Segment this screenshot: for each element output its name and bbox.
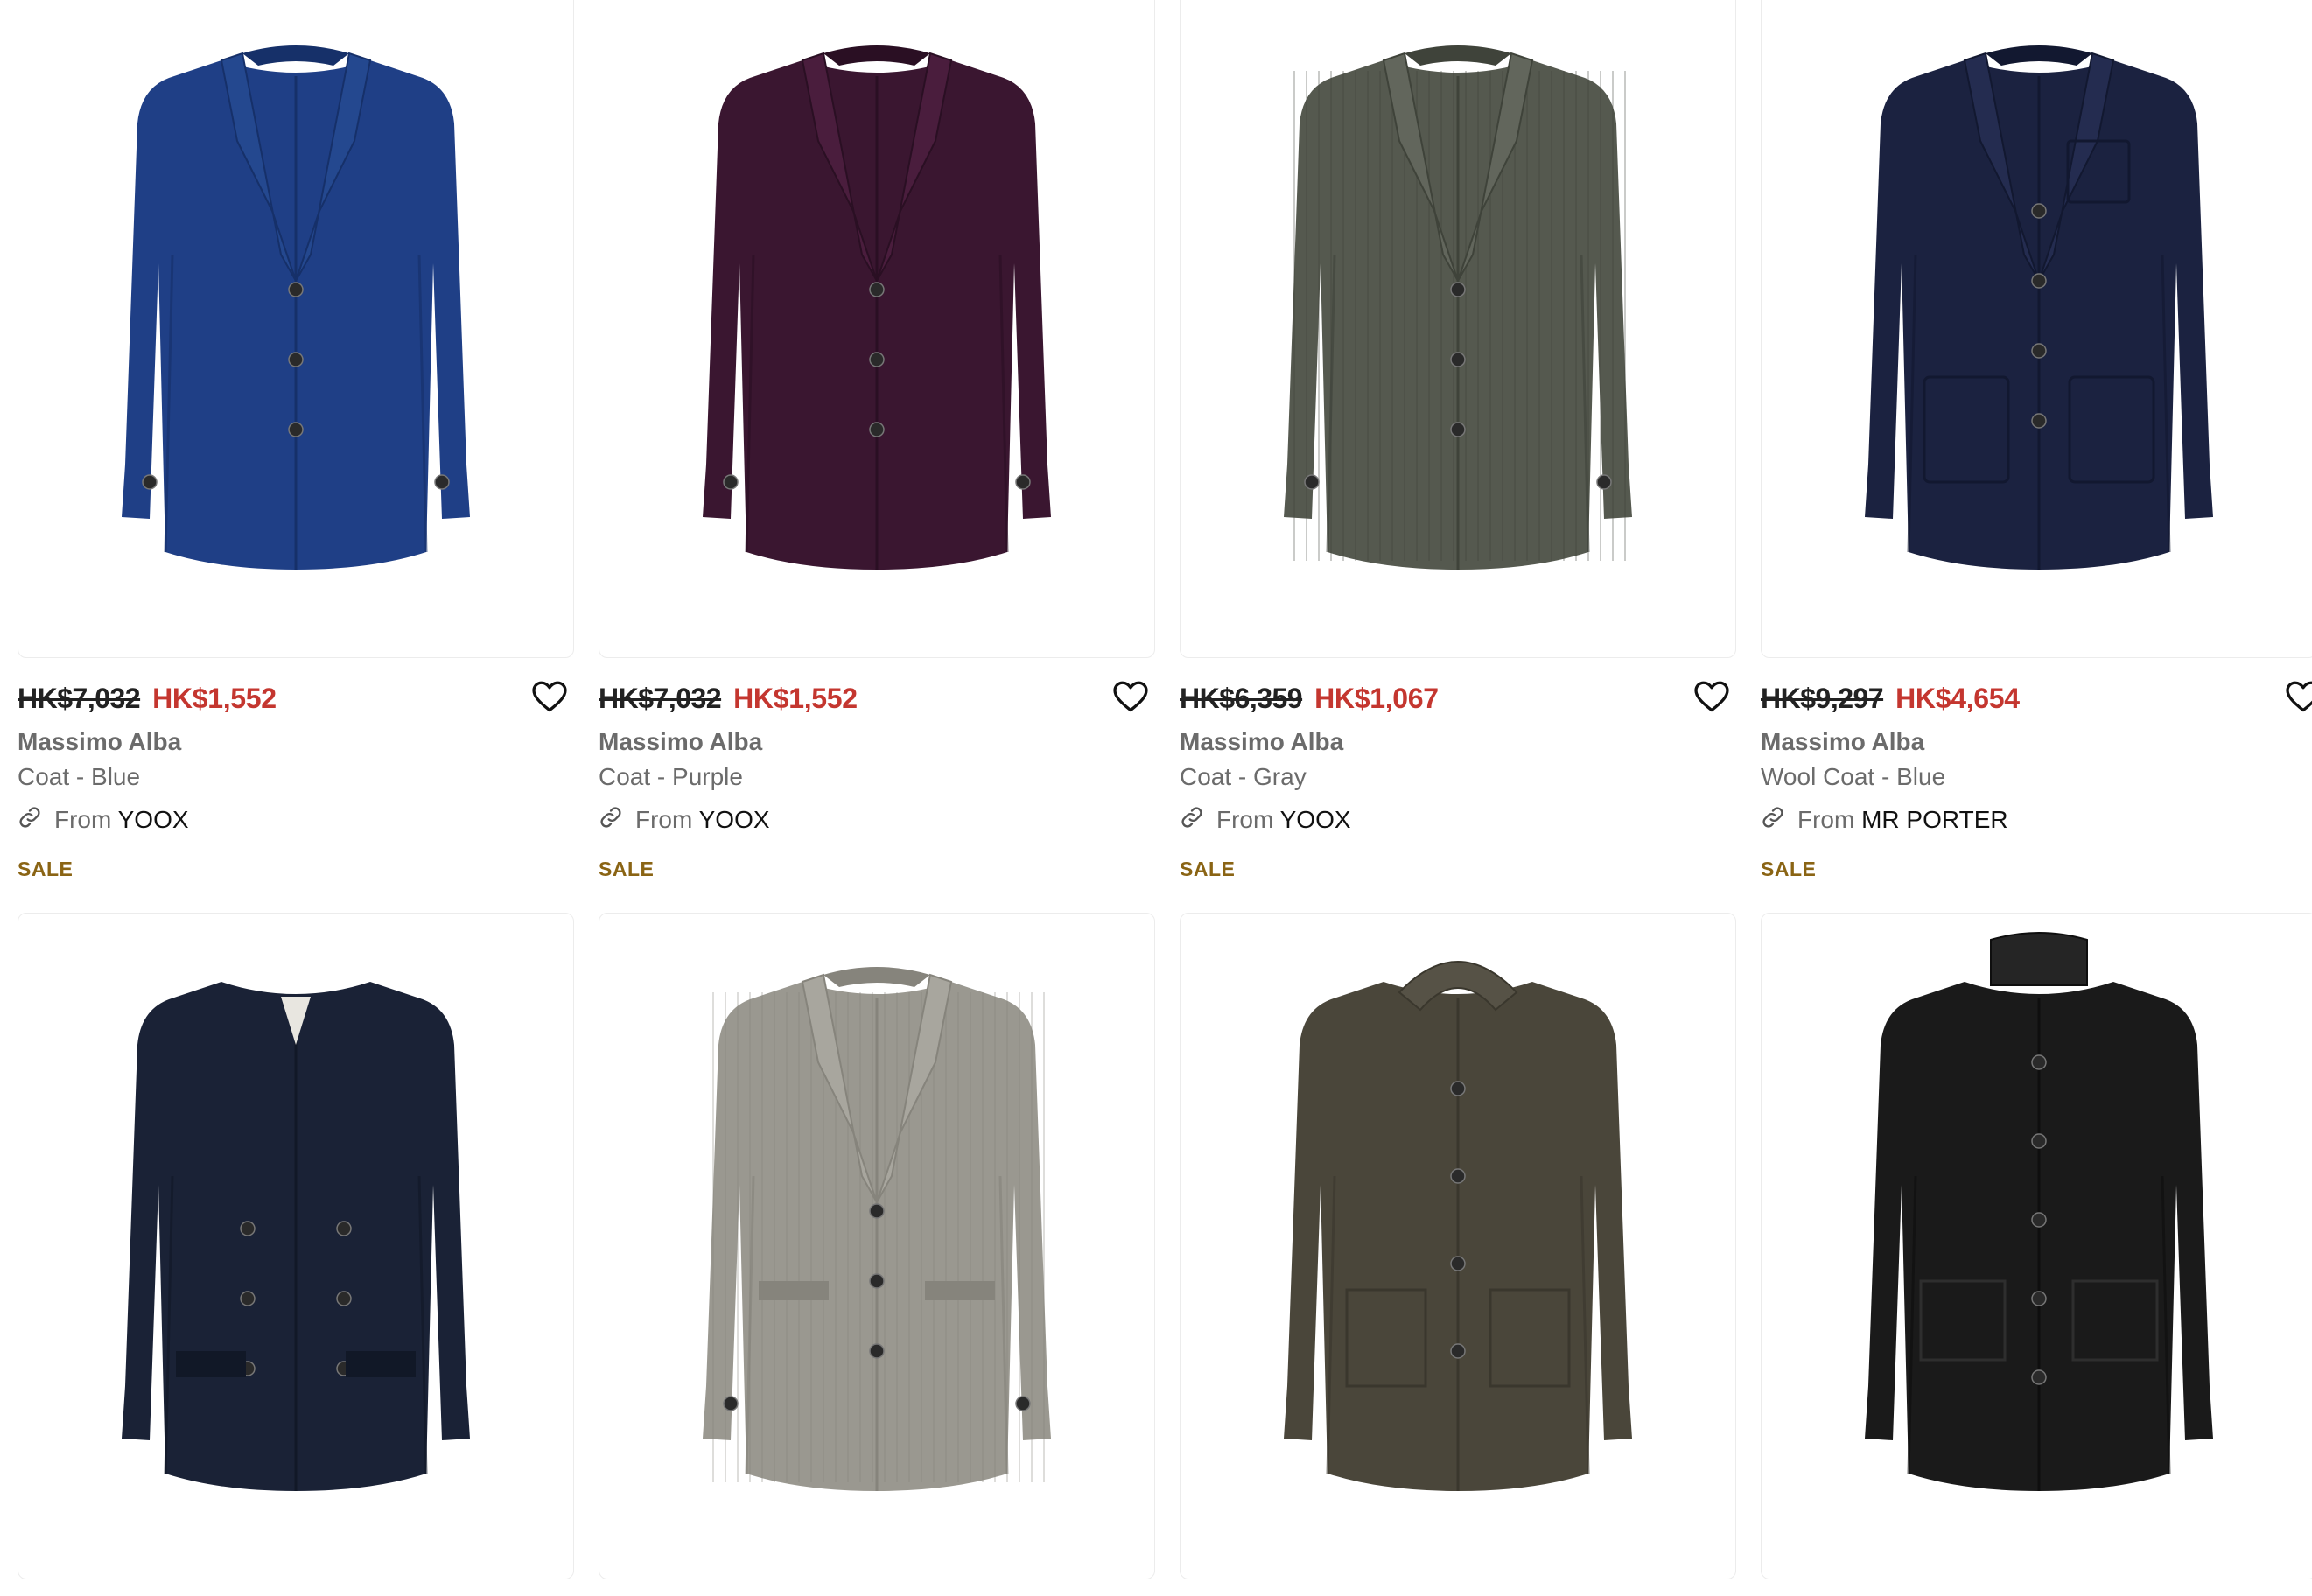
link-icon <box>18 805 42 830</box>
original-price: HK$9,297 <box>1761 682 1884 714</box>
brand-name[interactable]: Massimo Alba <box>599 728 762 756</box>
price-row: HK$7,032 HK$1,552 <box>18 682 277 721</box>
original-price: HK$7,032 <box>599 682 722 714</box>
product-image[interactable] <box>599 0 1155 658</box>
price-row: HK$7,032 HK$1,552 <box>599 682 858 721</box>
retailer-link[interactable]: From YOOX <box>18 805 189 834</box>
product-name[interactable]: Coat - Gray <box>1180 763 1307 791</box>
original-price: HK$7,032 <box>18 682 141 714</box>
store-name: MR PORTER <box>1861 806 2008 833</box>
heart-outline-icon[interactable] <box>1111 677 1150 716</box>
product-image[interactable] <box>1761 0 2312 658</box>
brand-name[interactable]: Massimo Alba <box>1761 728 1924 756</box>
sale-price: HK$1,067 <box>1314 682 1439 714</box>
sale-badge: SALE <box>18 858 74 880</box>
sale-price: HK$4,654 <box>1895 682 2020 714</box>
heart-outline-icon[interactable] <box>1692 677 1731 716</box>
retailer-link[interactable]: From YOOX <box>599 805 770 834</box>
source-prefix: From <box>1797 806 1855 833</box>
retailer-link[interactable]: From YOOX <box>1180 805 1351 834</box>
heart-outline-icon[interactable] <box>530 677 569 716</box>
sale-badge: SALE <box>1761 858 1817 880</box>
brand-name[interactable]: Massimo Alba <box>1180 728 1343 756</box>
product-image[interactable] <box>1180 913 1736 1579</box>
source-prefix: From <box>54 806 112 833</box>
sale-badge: SALE <box>1180 858 1236 880</box>
price-row: HK$6,359 HK$1,067 <box>1180 682 1439 721</box>
sale-price: HK$1,552 <box>733 682 858 714</box>
product-image[interactable] <box>18 0 574 658</box>
retailer-link[interactable]: From MR PORTER <box>1761 805 2008 834</box>
product-name[interactable]: Coat - Purple <box>599 763 743 791</box>
product-image[interactable] <box>18 913 574 1579</box>
original-price: HK$6,359 <box>1180 682 1303 714</box>
product-image[interactable] <box>1180 0 1736 658</box>
store-name: YOOX <box>1279 806 1351 833</box>
source-prefix: From <box>1216 806 1274 833</box>
store-name: YOOX <box>117 806 189 833</box>
product-name[interactable]: Wool Coat - Blue <box>1761 763 1945 791</box>
sale-badge: SALE <box>599 858 655 880</box>
price-row: HK$9,297 HK$4,654 <box>1761 682 2020 721</box>
sale-price: HK$1,552 <box>152 682 277 714</box>
product-grid: HK$7,032 HK$1,552 Massimo Alba Coat - Blu… <box>0 0 2312 1596</box>
product-image[interactable] <box>599 913 1155 1579</box>
product-name[interactable]: Coat - Blue <box>18 763 140 791</box>
link-icon <box>1180 805 1204 830</box>
link-icon <box>1761 805 1785 830</box>
source-prefix: From <box>635 806 693 833</box>
heart-outline-icon[interactable] <box>2284 677 2312 716</box>
brand-name[interactable]: Massimo Alba <box>18 728 181 756</box>
store-name: YOOX <box>698 806 770 833</box>
product-image[interactable] <box>1761 913 2312 1579</box>
link-icon <box>599 805 623 830</box>
